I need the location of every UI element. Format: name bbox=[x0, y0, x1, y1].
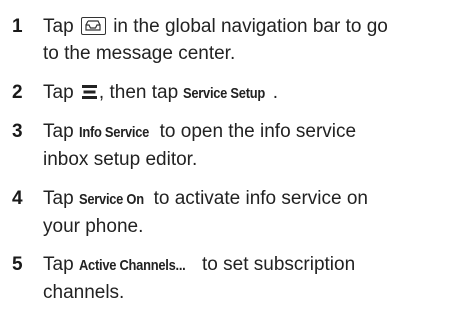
step-text-pre: Tap bbox=[43, 16, 74, 37]
step-text: Tap Service On to activate info service … bbox=[43, 185, 453, 240]
step-text-line2: to the message center. bbox=[43, 43, 236, 64]
step-text-line2: inbox setup editor. bbox=[43, 149, 198, 170]
step-text-post: to set subscription bbox=[202, 254, 356, 275]
keyword-info-service: Info Service bbox=[78, 124, 149, 141]
step-number: 5 bbox=[12, 254, 23, 275]
keyword-active-channels: Active Channels... bbox=[78, 257, 186, 274]
step-number: 4 bbox=[12, 188, 23, 209]
step-text-pre: Tap bbox=[43, 82, 74, 103]
keyword-service-setup: Service Setup bbox=[183, 85, 266, 102]
message-center-icon bbox=[80, 17, 106, 35]
keyword-service-on: Service On bbox=[78, 191, 144, 208]
step-text-line2: your phone. bbox=[43, 216, 144, 237]
step-text-pre: Tap bbox=[43, 188, 74, 209]
step-text: Tap Info Service to open the info servic… bbox=[43, 118, 453, 173]
step-text-post: to open the info service bbox=[159, 121, 357, 142]
step-text: Tap in the global navigation bar to go t… bbox=[43, 13, 453, 67]
step-text-post: to activate info service on bbox=[153, 188, 368, 209]
step-number: 3 bbox=[12, 121, 23, 142]
step-text-pre: Tap bbox=[43, 254, 74, 275]
step-text-mid: , then tap bbox=[98, 82, 179, 103]
step-text-pre: Tap bbox=[43, 121, 74, 142]
step-text-post: in the global navigation bar to go bbox=[113, 16, 388, 37]
step-number: 1 bbox=[12, 16, 23, 37]
step-text: Tap , then tap Service Setup. bbox=[43, 79, 453, 107]
step-text-line2: channels. bbox=[43, 282, 125, 303]
step-number: 2 bbox=[12, 82, 23, 103]
step-text-post: . bbox=[272, 82, 279, 103]
step-text: Tap Active Channels... to set subscripti… bbox=[43, 251, 453, 306]
menu-icon bbox=[81, 85, 97, 99]
